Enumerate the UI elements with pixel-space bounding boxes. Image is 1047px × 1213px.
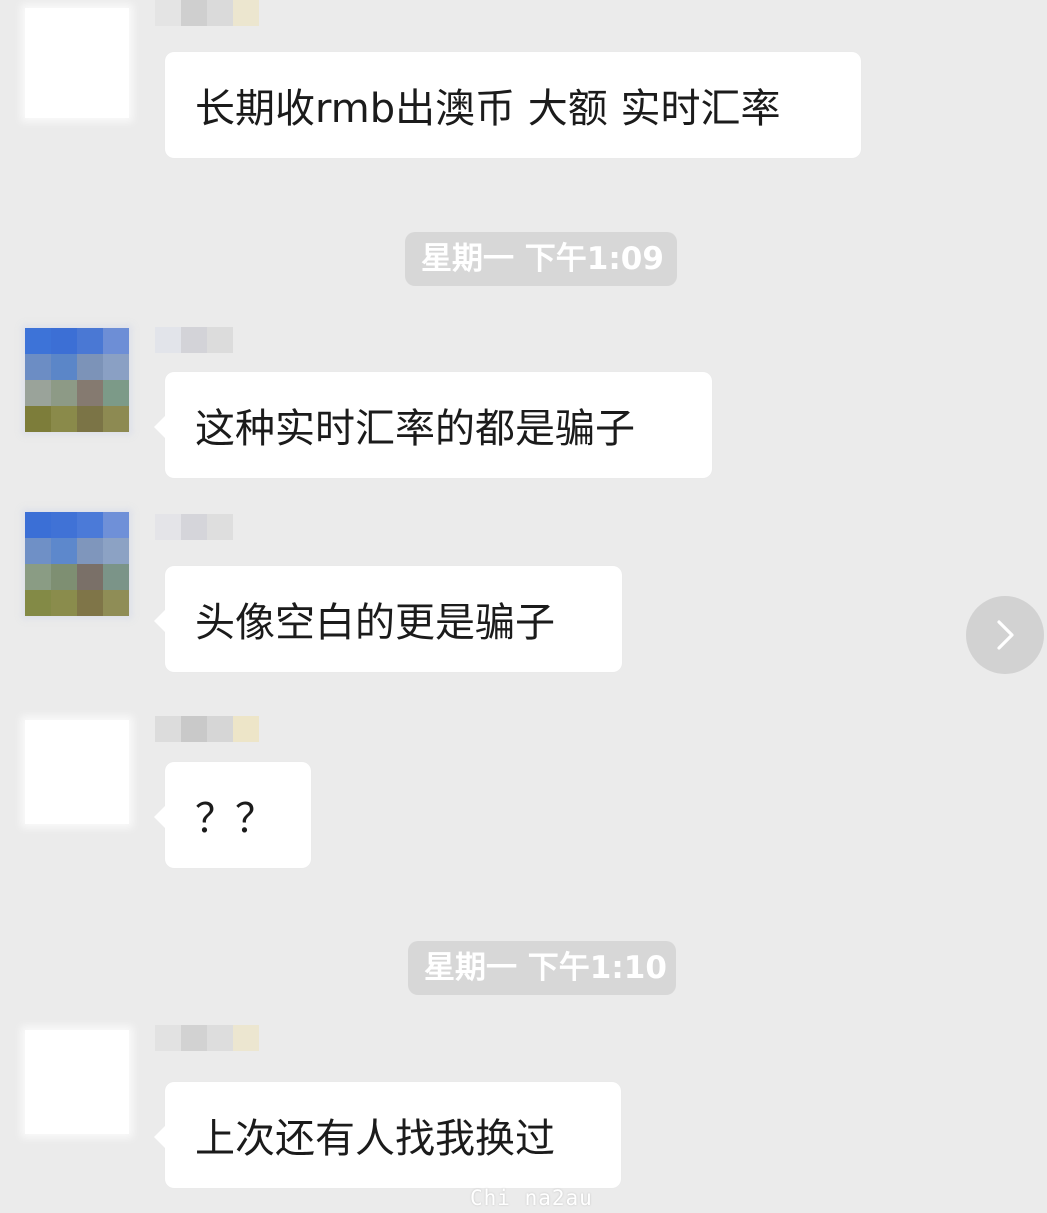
avatar[interactable] (25, 8, 129, 118)
message-bubble[interactable]: 长期收rmb出澳币 大额 实时汇率 (165, 52, 861, 158)
blurred-nickname (155, 0, 259, 26)
blurred-nickname (155, 514, 233, 540)
avatar[interactable] (25, 1030, 129, 1134)
chevron-right-icon[interactable] (966, 596, 1044, 674)
message-text: 长期收rmb出澳币 大额 实时汇率 (195, 86, 781, 132)
avatar[interactable] (25, 328, 129, 432)
chat-screen: 长期收rmb出澳币 大额 实时汇率 星期一 下午1:09 这种实时汇率的都是骗子… (0, 0, 1047, 1213)
timestamp: 星期一 下午1:10 (408, 941, 676, 995)
message-bubble[interactable]: 头像空白的更是骗子 (154, 566, 622, 672)
blurred-nickname (155, 1025, 259, 1051)
message-text: 这种实时汇率的都是骗子 (195, 406, 635, 452)
message-text: 头像空白的更是骗子 (195, 600, 555, 646)
avatar[interactable] (25, 720, 129, 824)
avatar[interactable] (25, 512, 129, 616)
blurred-nickname (155, 327, 233, 353)
message-bubble[interactable]: ？？ (154, 762, 311, 868)
blurred-nickname (155, 716, 259, 742)
timestamp: 星期一 下午1:09 (405, 232, 677, 286)
message-bubble[interactable]: 上次还有人找我换过 (154, 1082, 621, 1188)
message-text: 上次还有人找我换过 (195, 1116, 555, 1162)
message-text: ？？ (195, 796, 275, 842)
message-bubble[interactable]: 这种实时汇率的都是骗子 (154, 372, 712, 478)
watermark: Chi na2au (470, 1186, 593, 1210)
